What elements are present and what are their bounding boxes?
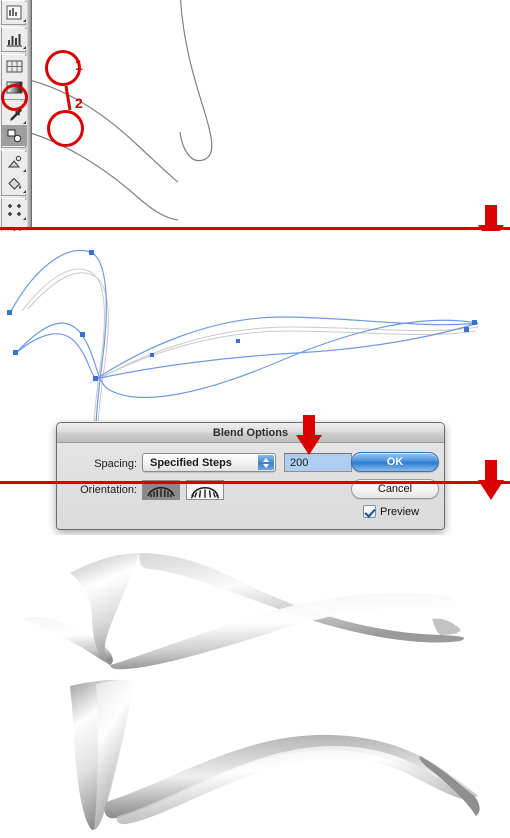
blend-options-dialog[interactable]: Blend Options Spacing: Specified Steps 2… bbox=[56, 422, 445, 530]
chevron-updown-icon[interactable] bbox=[258, 455, 274, 470]
specified-steps-value: 200 bbox=[290, 456, 309, 469]
blend-selection-paths bbox=[7, 249, 479, 430]
spacing-select-value: Specified Steps bbox=[150, 456, 232, 469]
annotation-number-2: 2 bbox=[75, 95, 83, 111]
steps-field-pointer-arrow-icon bbox=[296, 415, 322, 455]
blend-ribbon-1 bbox=[22, 553, 465, 670]
annotation-circle-2 bbox=[47, 110, 84, 147]
spacing-label: Spacing: bbox=[94, 458, 137, 470]
preview-checkbox[interactable] bbox=[363, 505, 376, 518]
blend-ribbon-2 bbox=[70, 679, 480, 830]
artboard-panel-source-paths: 1 2 bbox=[0, 0, 510, 302]
dialog-title: Blend Options bbox=[212, 426, 289, 439]
specified-steps-input[interactable]: 200 bbox=[284, 453, 352, 472]
preview-label: Preview bbox=[380, 505, 420, 518]
step-arrow-2-icon bbox=[478, 460, 504, 500]
artboard-panel-blend-result-1 bbox=[0, 535, 510, 670]
artboard-panel-blend-result-2 bbox=[0, 670, 510, 833]
ok-button[interactable]: OK bbox=[351, 452, 439, 472]
step-separator-line-2 bbox=[0, 481, 510, 484]
dialog-body: Spacing: Specified Steps 200 Orientation… bbox=[57, 443, 444, 529]
artboard-panel-blend-selection bbox=[0, 231, 510, 430]
dialog-titlebar[interactable]: Blend Options bbox=[57, 423, 444, 443]
step-separator-line-1 bbox=[0, 227, 510, 230]
orientation-label: Orientation: bbox=[80, 484, 137, 496]
spacing-select[interactable]: Specified Steps bbox=[142, 453, 276, 472]
annotation-number-1: 1 bbox=[75, 57, 83, 73]
preview-row[interactable]: Preview bbox=[363, 505, 419, 518]
